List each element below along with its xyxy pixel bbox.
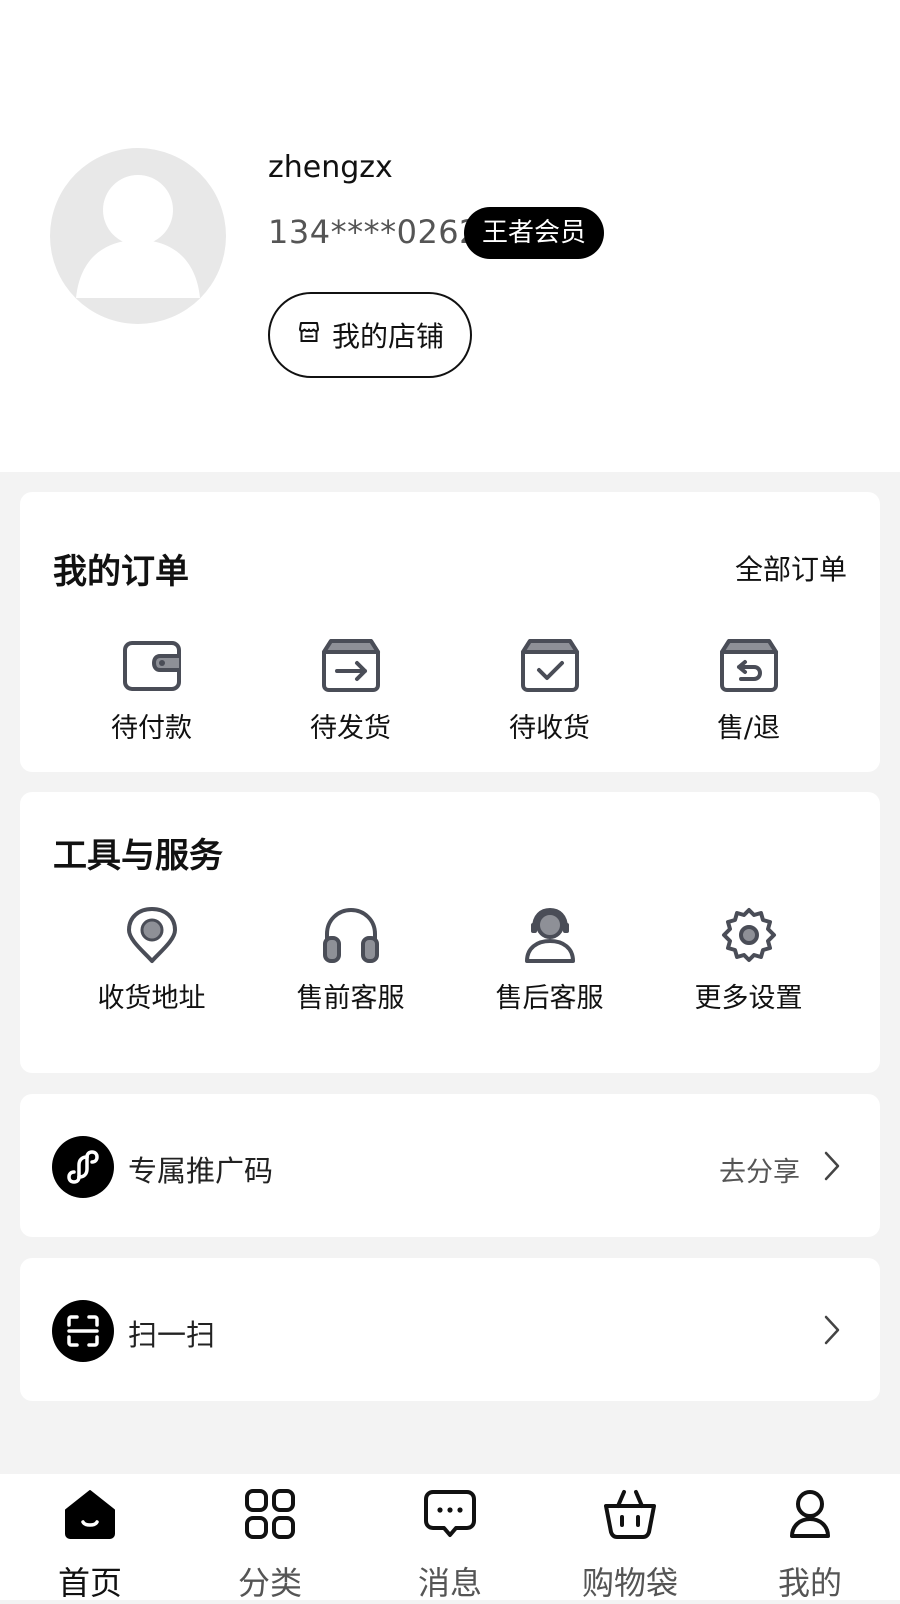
box-check-icon (520, 638, 580, 698)
tool-label: 更多设置 (694, 983, 803, 1014)
order-label: 待付款 (111, 713, 192, 744)
orders-icon-row: 待付款 待发货 待收货 售/退 (20, 638, 880, 745)
headphones-icon (321, 906, 381, 968)
tab-label: 购物袋 (581, 1564, 678, 1602)
member-badge: 王者会员 (464, 207, 605, 259)
tab-label: 我的 (777, 1564, 842, 1602)
chevron-right-icon (822, 1150, 842, 1186)
my-shop-button[interactable]: 我的店铺 (268, 292, 472, 378)
agent-icon (520, 906, 580, 968)
home-icon (63, 1488, 117, 1544)
location-pin-icon (124, 906, 180, 968)
avatar[interactable] (50, 148, 226, 324)
promo-code-row[interactable]: 专属推广码 去分享 (20, 1094, 880, 1237)
tool-address[interactable]: 收货地址 (52, 906, 251, 1015)
order-label: 待收货 (509, 713, 590, 744)
wallet-icon (122, 638, 182, 698)
tool-label: 售后客服 (495, 983, 604, 1014)
my-shop-label: 我的店铺 (331, 320, 444, 353)
all-orders-link[interactable]: 全部订单 (735, 548, 847, 588)
orders-title: 我的订单 (53, 552, 189, 592)
basket-icon (602, 1488, 658, 1544)
gear-icon (720, 906, 778, 968)
order-pending-payment[interactable]: 待付款 (52, 638, 251, 745)
promo-code-label: 专属推广码 (128, 1154, 274, 1188)
tab-messages[interactable]: 消息 (360, 1474, 540, 1602)
tab-mine[interactable]: 我的 (720, 1474, 900, 1602)
message-icon (423, 1488, 477, 1544)
username: zhengzx (268, 150, 393, 185)
tool-more-settings[interactable]: 更多设置 (649, 906, 848, 1015)
grid-icon (243, 1488, 297, 1544)
tab-label: 首页 (57, 1564, 122, 1602)
order-after-sales[interactable]: 售/退 (649, 638, 848, 745)
link-icon (52, 1136, 114, 1198)
tab-label: 分类 (237, 1564, 302, 1602)
orders-card: 我的订单 全部订单 待付款 待发货 待收货 售/退 (20, 492, 880, 772)
box-return-icon (719, 638, 779, 698)
order-pending-shipment[interactable]: 待发货 (251, 638, 450, 745)
share-link[interactable]: 去分享 (719, 1150, 800, 1189)
scan-icon (52, 1300, 114, 1362)
tools-card: 工具与服务 收货地址 售前客服 售后客服 更多设置 (20, 792, 880, 1073)
tools-title: 工具与服务 (53, 836, 223, 876)
scan-label: 扫一扫 (128, 1318, 216, 1352)
tab-shopping-bag[interactable]: 购物袋 (540, 1474, 720, 1602)
order-label: 待发货 (310, 713, 391, 744)
scan-row[interactable]: 扫一扫 (20, 1258, 880, 1401)
bottom-tab-bar: 首页 分类 消息 购物袋 我的 (0, 1474, 900, 1602)
chevron-right-icon (822, 1314, 842, 1350)
store-icon (296, 319, 322, 352)
tab-home[interactable]: 首页 (0, 1474, 180, 1602)
tools-icon-row: 收货地址 售前客服 售后客服 更多设置 (20, 906, 880, 1015)
tool-presale-service[interactable]: 售前客服 (251, 906, 450, 1015)
tab-label: 消息 (417, 1564, 482, 1602)
user-icon (783, 1488, 837, 1544)
box-arrow-icon (321, 638, 381, 698)
tool-aftersale-service[interactable]: 售后客服 (450, 906, 649, 1015)
order-pending-receipt[interactable]: 待收货 (450, 638, 649, 745)
phone-number: 134****0262 (268, 213, 481, 251)
profile-header: zhengzx 134****0262 王者会员 我的店铺 (0, 0, 900, 472)
tool-label: 收货地址 (97, 983, 206, 1014)
tab-category[interactable]: 分类 (180, 1474, 360, 1602)
order-label: 售/退 (716, 713, 781, 744)
tool-label: 售前客服 (296, 983, 405, 1014)
